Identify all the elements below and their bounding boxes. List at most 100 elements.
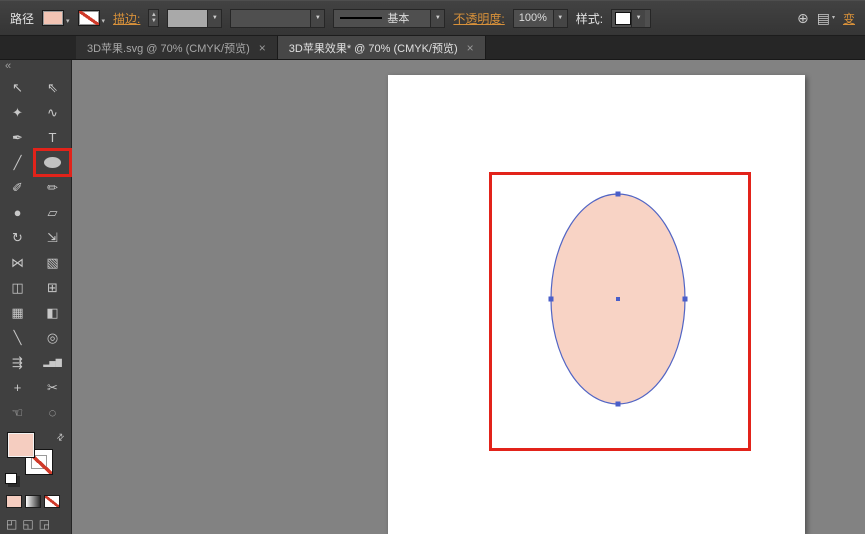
tool-eraser[interactable]: ▱ — [35, 200, 70, 225]
tool-line-segment[interactable]: ╱ — [0, 150, 35, 175]
eyedropper-icon: ╲ — [14, 331, 22, 344]
free-transform-icon: ▧ — [46, 256, 58, 269]
tab-list: 3D苹果.svg @ 70% (CMYK/预览)×3D苹果效果* @ 70% (… — [76, 36, 486, 59]
line-style-preview — [340, 17, 382, 19]
panel-grid-icon: ▤ — [817, 11, 830, 25]
canvas[interactable] — [72, 60, 865, 534]
brush-definition-select[interactable]: ▼ — [230, 9, 325, 28]
anchor-right[interactable] — [683, 297, 688, 302]
gradient-button[interactable] — [25, 495, 41, 508]
stepper-down-icon[interactable]: ▼ — [149, 18, 158, 24]
tool-width[interactable]: ⋈ — [0, 250, 35, 275]
chevron-down-icon[interactable]: ▼ — [553, 10, 567, 27]
transform-label[interactable]: 变 — [843, 10, 855, 27]
globe-icon[interactable]: ⊕ — [797, 11, 809, 25]
tool-shape-builder[interactable]: ◫ — [0, 275, 35, 300]
tool-blend[interactable]: ◎ — [35, 325, 70, 350]
color-button[interactable] — [6, 495, 22, 508]
anchor-bottom[interactable] — [616, 402, 621, 407]
blend-icon: ◎ — [47, 331, 58, 344]
default-colors-icon[interactable] — [5, 473, 17, 484]
artboard-icon: + — [14, 381, 22, 394]
fill-color-control[interactable]: ▾ — [42, 10, 70, 26]
document-tab[interactable]: 3D苹果.svg @ 70% (CMYK/预览)× — [76, 36, 278, 59]
stroke-style-select[interactable]: 基本 ▼ — [333, 9, 445, 28]
tool-paintbrush[interactable]: ✐ — [0, 175, 35, 200]
tool-slice[interactable]: ✂ — [35, 375, 70, 400]
ellipse-icon — [44, 157, 61, 168]
symbol-sprayer-icon: ⇶ — [12, 356, 23, 369]
tool-zoom[interactable]: ◌ — [35, 400, 70, 425]
anchor-left[interactable] — [549, 297, 554, 302]
blob-brush-icon: ● — [14, 206, 22, 219]
stroke-weight-stepper[interactable]: ▲▼ — [148, 9, 159, 27]
tool-type[interactable]: T — [35, 125, 70, 150]
document-tab[interactable]: 3D苹果效果* @ 70% (CMYK/预览) × — [278, 36, 486, 59]
stroke-weight-select[interactable]: ▼ — [167, 9, 222, 28]
main-area: « ↖⇖ ✦ ∿ ✒T ╱ ✐ ✏ ● ▱ ↻ ⇲⋈ ▧ ◫ ⊞ ▦◧ ╲ ◎ ⇶ ▂▅▇ + ✂ ☜ ◌ ⇄ ◰ ◱ ◲ — [0, 60, 865, 534]
tool-eyedropper[interactable]: ╲ — [0, 325, 35, 350]
opacity-label[interactable]: 不透明度: — [453, 10, 504, 27]
swap-fill-stroke-icon[interactable]: ⇄ — [55, 431, 68, 444]
stroke-weight-label[interactable]: 描边: — [113, 10, 140, 27]
tool-perspective-grid[interactable]: ⊞ — [35, 275, 70, 300]
anchor-top[interactable] — [616, 192, 621, 197]
tab-close-icon[interactable]: × — [259, 42, 266, 54]
draw-behind-button[interactable]: ◱ — [22, 517, 33, 531]
rotate-icon: ↻ — [12, 231, 23, 244]
tool-pen[interactable]: ✒ — [0, 125, 35, 150]
chevron-down-icon[interactable]: ▼ — [310, 10, 324, 27]
color-mode-buttons — [6, 495, 71, 508]
line-style-value: 基本 — [382, 10, 430, 26]
hand-icon: ☜ — [12, 406, 24, 419]
tool-blob-brush[interactable]: ● — [0, 200, 35, 225]
tool-magic-wand[interactable]: ✦ — [0, 100, 35, 125]
draw-inside-button[interactable]: ◲ — [39, 517, 50, 531]
tool-pencil[interactable]: ✏ — [35, 175, 70, 200]
tab-label: 3D苹果效果* @ 70% (CMYK/预览) — [289, 40, 458, 56]
shape-builder-icon: ◫ — [11, 281, 23, 294]
fill-swatch[interactable] — [42, 10, 64, 26]
chevron-down-icon[interactable]: ▼ — [207, 10, 221, 27]
tool-symbol-sprayer[interactable]: ⇶ — [0, 350, 35, 375]
tool-grid: ↖⇖ ✦ ∿ ✒T ╱ ✐ ✏ ● ▱ ↻ ⇲⋈ ▧ ◫ ⊞ ▦◧ ╲ ◎ ⇶ ▂▅▇ + ✂ ☜ ◌ — [0, 75, 71, 425]
tool-direct-selection[interactable]: ⇖ — [35, 75, 70, 100]
center-point[interactable] — [616, 297, 620, 301]
style-select[interactable]: ▼ — [611, 9, 651, 28]
tool-gradient[interactable]: ◧ — [35, 300, 70, 325]
control-bar: 路径 ▾ ▾ 描边: ▲▼ ▼ ▼ 基本 ▼ 不透明度: 100% ▼ — [0, 0, 865, 36]
chevron-down-icon: ▾ — [66, 18, 70, 26]
stroke-color-control[interactable]: ▾ — [78, 10, 106, 26]
tab-close-icon[interactable]: × — [467, 42, 474, 54]
workspace-switcher[interactable]: ▤ ▾ — [817, 11, 835, 25]
style-label: 样式: — [576, 10, 603, 27]
tool-ellipse[interactable] — [35, 150, 70, 175]
tool-artboard[interactable]: + — [0, 375, 35, 400]
chevron-down-icon: ▾ — [102, 18, 106, 26]
tool-column-graph[interactable]: ▂▅▇ — [35, 350, 70, 375]
opacity-select[interactable]: 100% ▼ — [513, 9, 568, 28]
tool-lasso[interactable]: ∿ — [35, 100, 70, 125]
perspective-grid-icon: ⊞ — [47, 281, 58, 294]
line-segment-icon: ╱ — [14, 156, 22, 169]
slice-icon: ✂ — [47, 381, 58, 394]
tool-rotate[interactable]: ↻ — [0, 225, 35, 250]
tool-scale[interactable]: ⇲ — [35, 225, 70, 250]
tool-hand[interactable]: ☜ — [0, 400, 35, 425]
magic-wand-icon: ✦ — [12, 106, 23, 119]
stroke-none-swatch[interactable] — [78, 10, 100, 26]
illustrator-window: 路径 ▾ ▾ 描边: ▲▼ ▼ ▼ 基本 ▼ 不透明度: 100% ▼ — [0, 0, 865, 534]
fill-stroke-indicator: ⇄ — [5, 432, 69, 486]
pencil-icon: ✏ — [47, 181, 58, 194]
draw-normal-button[interactable]: ◰ — [6, 517, 17, 531]
tool-mesh[interactable]: ▦ — [0, 300, 35, 325]
lasso-icon: ∿ — [47, 106, 58, 119]
none-button[interactable] — [44, 495, 60, 508]
tool-selection[interactable]: ↖ — [0, 75, 35, 100]
opacity-value: 100% — [514, 12, 553, 24]
toolbar-collapse-button[interactable]: « — [0, 60, 71, 75]
fill-indicator[interactable] — [7, 432, 35, 458]
chevron-down-icon[interactable]: ▼ — [631, 10, 645, 27]
chevron-down-icon[interactable]: ▼ — [430, 10, 444, 27]
tool-free-transform[interactable]: ▧ — [35, 250, 70, 275]
